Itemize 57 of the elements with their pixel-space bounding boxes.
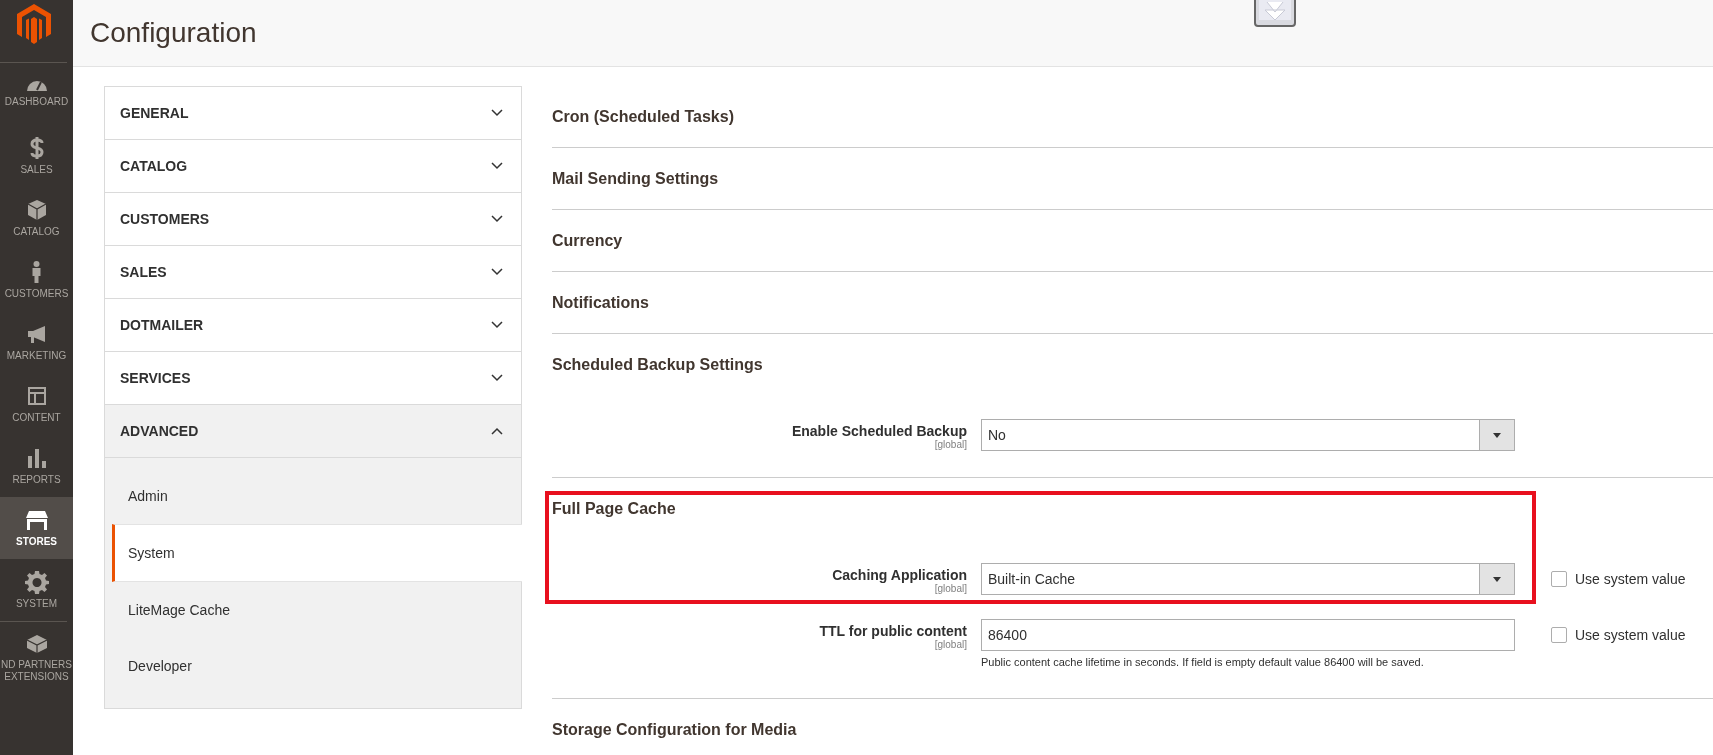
gear-icon (24, 569, 49, 594)
caret-icon (1493, 432, 1501, 438)
config-tab-link[interactable]: Admin (112, 468, 522, 524)
config-tab-link[interactable]: Developer (112, 638, 522, 694)
dropdown-field[interactable]: Built-in Cache (981, 563, 1515, 595)
chevron-down-icon (491, 321, 503, 329)
checkbox[interactable] (1551, 571, 1567, 587)
dropdown-field[interactable]: No (981, 419, 1515, 451)
chevron-down-icon (491, 109, 503, 117)
scope-label: [global] (934, 439, 967, 450)
nav-item[interactable]: ND PARTNERS EXTENSIONS (0, 626, 73, 688)
download-arrow-icon[interactable] (1253, 0, 1299, 30)
section-header[interactable]: Full Page Cache (552, 478, 1713, 539)
nav-item[interactable]: MARKETING (0, 311, 73, 373)
checkbox[interactable] (1551, 627, 1567, 643)
field-label: Enable Scheduled Backup (791, 423, 967, 439)
chevron-down-icon (491, 374, 503, 382)
field-label: Caching Application (832, 567, 967, 583)
config-tab-link[interactable]: LiteMage Cache (112, 582, 522, 638)
config-group[interactable]: SALES (105, 246, 521, 299)
checkbox-label: Use system value (1575, 627, 1686, 643)
person-icon (32, 259, 41, 284)
caret-icon (1493, 576, 1501, 582)
chevron-down-icon (491, 215, 503, 223)
nav-item[interactable]: SYSTEM (0, 559, 73, 621)
config-group[interactable]: ADVANCED (105, 405, 521, 458)
chevron-down-icon (491, 162, 503, 170)
config-group[interactable]: GENERAL (105, 87, 521, 140)
section-header[interactable]: Notifications (552, 272, 1713, 333)
section-header[interactable]: Scheduled Backup Settings (552, 334, 1713, 395)
logo-icon[interactable] (16, 4, 51, 44)
nav-item[interactable]: STORES (0, 497, 73, 559)
scope-label: [global] (934, 583, 967, 594)
config-group[interactable]: DOTMAILER (105, 299, 521, 352)
scope-label: [global] (934, 639, 967, 650)
section-header[interactable]: Mail Sending Settings (552, 148, 1713, 209)
nav-item[interactable]: CUSTOMERS (0, 249, 73, 311)
config-tab-link[interactable]: System (112, 524, 522, 582)
nav-item[interactable]: SALES (0, 125, 73, 187)
field-label: TTL for public content (819, 623, 967, 639)
page-title: Configuration (90, 17, 257, 49)
chevron-up-icon (491, 427, 503, 435)
chevron-down-icon (491, 268, 503, 276)
input-field[interactable]: 86400 (981, 619, 1515, 651)
nav-item[interactable]: CONTENT (0, 373, 73, 435)
nav-item[interactable]: CATALOG (0, 187, 73, 249)
checkbox-label: Use system value (1575, 571, 1686, 587)
dollar-icon (29, 135, 44, 160)
section-header[interactable]: Currency (552, 210, 1713, 271)
gauge-icon (25, 79, 48, 92)
nav-item[interactable]: DASHBOARD (0, 63, 73, 125)
nav-item[interactable]: REPORTS (0, 435, 73, 497)
section-header[interactable]: Storage Configuration for Media (552, 699, 1713, 755)
config-group[interactable]: CUSTOMERS (105, 193, 521, 246)
section-header[interactable]: Cron (Scheduled Tasks) (552, 86, 1713, 147)
field-note: Public content cache lifetime in seconds. If field is empty default value 86400 will be saved. (981, 656, 1425, 668)
config-group[interactable]: CATALOG (105, 140, 521, 193)
